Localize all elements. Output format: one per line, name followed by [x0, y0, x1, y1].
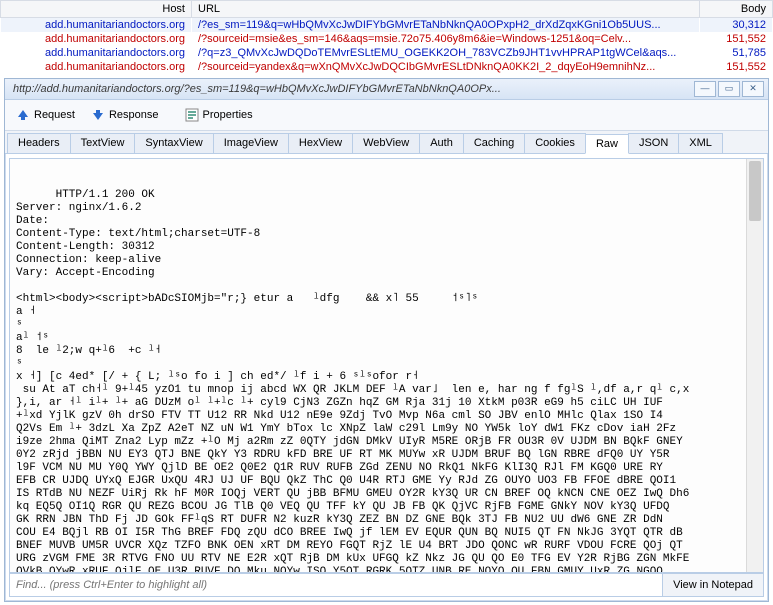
inspector-tabs: HeadersTextViewSyntaxViewImageViewHexVie…: [5, 131, 768, 154]
minimize-button[interactable]: —: [694, 81, 716, 97]
view-in-notepad-button[interactable]: View in Notepad: [662, 574, 763, 596]
properties-button[interactable]: Properties: [178, 105, 260, 125]
session-row[interactable]: add.humanitariandoctors.org/?q=z3_QMvXcJ…: [1, 46, 773, 60]
properties-icon: [185, 108, 199, 122]
tab-auth[interactable]: Auth: [419, 133, 464, 153]
tab-hexview[interactable]: HexView: [288, 133, 353, 153]
tab-caching[interactable]: Caching: [463, 133, 525, 153]
col-host[interactable]: Host: [1, 1, 192, 18]
tab-syntaxview[interactable]: SyntaxView: [134, 133, 213, 153]
tab-raw[interactable]: Raw: [585, 134, 629, 154]
raw-view[interactable]: HTTP/1.1 200 OK Server: nginx/1.6.2 Date…: [9, 158, 764, 573]
col-body[interactable]: Body: [700, 1, 773, 18]
request-label: Request: [34, 109, 75, 121]
inspector-titlebar: http://add.humanitariandoctors.org/?es_s…: [5, 79, 768, 100]
scroll-thumb[interactable]: [749, 161, 761, 221]
tab-json[interactable]: JSON: [628, 133, 679, 153]
tab-headers[interactable]: Headers: [7, 133, 71, 153]
tab-textview[interactable]: TextView: [70, 133, 136, 153]
maximize-button[interactable]: ▭: [718, 81, 740, 97]
tab-imageview[interactable]: ImageView: [213, 133, 289, 153]
scrollbar[interactable]: [746, 159, 763, 572]
inspector-window: http://add.humanitariandoctors.org/?es_s…: [4, 78, 769, 602]
tab-webview[interactable]: WebView: [352, 133, 420, 153]
properties-label: Properties: [203, 109, 253, 121]
arrow-up-icon: [16, 108, 30, 122]
raw-headers: HTTP/1.1 200 OK Server: nginx/1.6.2 Date…: [16, 189, 260, 279]
tab-cookies[interactable]: Cookies: [524, 133, 586, 153]
close-button[interactable]: ✕: [742, 81, 764, 97]
raw-body: <html><body><script>bADcSIOMjb="r;} etur…: [16, 293, 696, 573]
response-button[interactable]: Response: [84, 105, 166, 125]
inspector-content: HTTP/1.1 200 OK Server: nginx/1.6.2 Date…: [5, 154, 768, 601]
find-bar: View in Notepad: [9, 573, 764, 597]
request-button[interactable]: Request: [9, 105, 82, 125]
session-row[interactable]: add.humanitariandoctors.org/?sourceid=ms…: [1, 32, 773, 46]
find-input[interactable]: [10, 574, 662, 596]
inspector-toolbar: Request Response Properties: [5, 100, 768, 131]
sessions-table: Host URL Body add.humanitariandoctors.or…: [0, 0, 773, 74]
session-row[interactable]: add.humanitariandoctors.org/?sourceid=ya…: [1, 60, 773, 74]
inspector-url: http://add.humanitariandoctors.org/?es_s…: [5, 83, 690, 95]
arrow-down-icon: [91, 108, 105, 122]
session-row[interactable]: add.humanitariandoctors.org/?es_sm=119&q…: [1, 18, 773, 33]
response-label: Response: [109, 109, 159, 121]
tab-xml[interactable]: XML: [678, 133, 723, 153]
col-url[interactable]: URL: [192, 1, 700, 18]
